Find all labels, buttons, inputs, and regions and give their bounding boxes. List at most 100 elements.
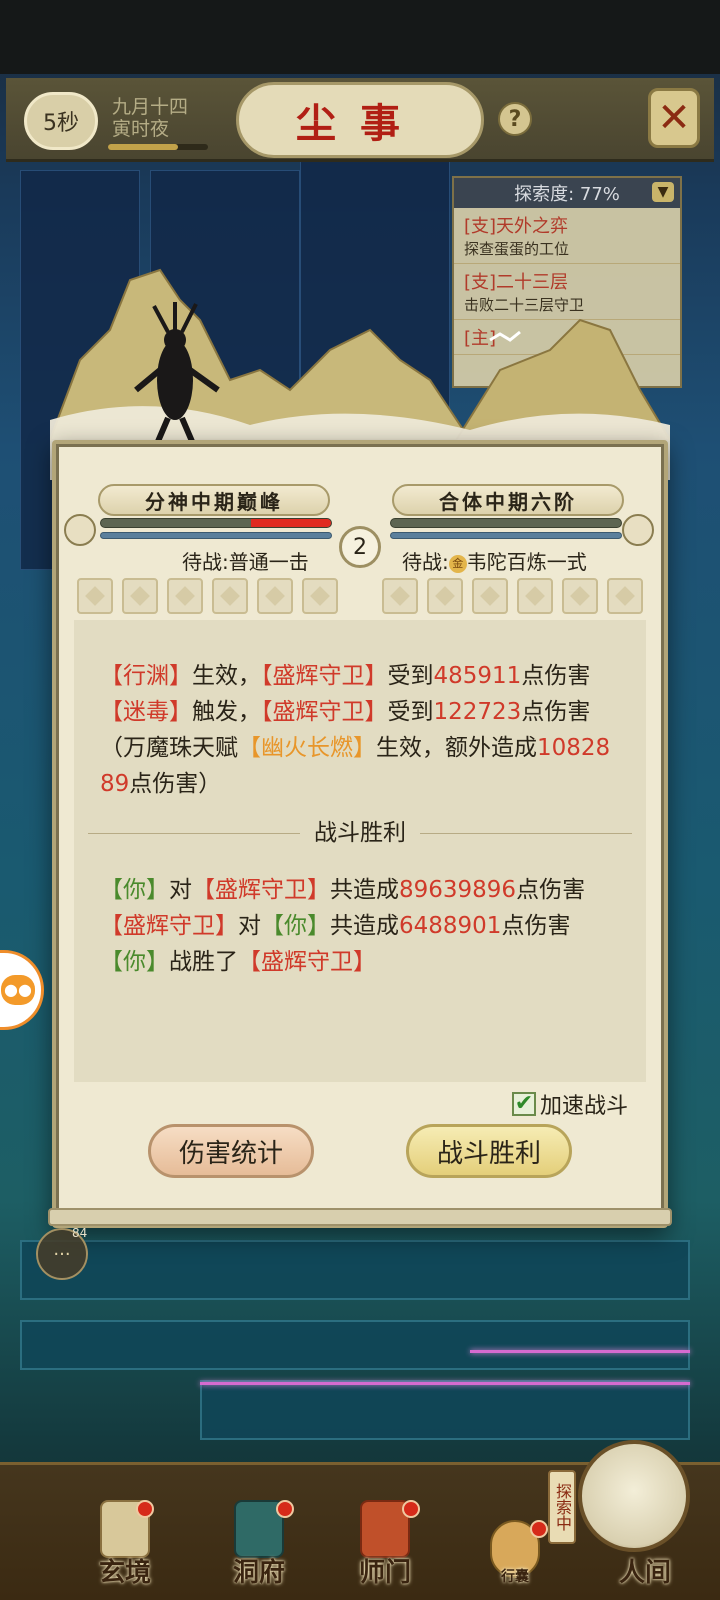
target-name: 【盛辉守卫】 [238, 949, 376, 975]
damage-value: 122723 [433, 699, 522, 725]
player-buff-slot[interactable] [122, 578, 158, 614]
help-button[interactable]: ? [498, 102, 532, 136]
log-text: 点伤害 [516, 877, 586, 903]
chat-icon: ··· [53, 1243, 71, 1265]
road [200, 1380, 690, 1440]
exploring-tag: 探索中 [548, 1470, 576, 1544]
nav-label: 师门 [358, 1558, 411, 1588]
damage-value: 6488901 [399, 913, 502, 939]
victory-button[interactable]: 战斗胜利 [406, 1124, 572, 1178]
log-text: 点伤害 [501, 913, 571, 939]
enemy-mp-bar [390, 532, 622, 539]
log-text: 共造成 [330, 913, 399, 939]
neon-strip [470, 1350, 690, 1353]
log-text: 战胜了 [169, 949, 238, 975]
enemy-hp-bar [390, 518, 622, 528]
skill-name: 【行渊】 [100, 663, 192, 689]
notification-dot [530, 1520, 548, 1538]
damage-stats-button[interactable]: 伤害统计 [148, 1124, 314, 1178]
enemy-buff-slot[interactable] [517, 578, 553, 614]
player-buff-slot[interactable] [257, 578, 293, 614]
road [20, 1240, 690, 1300]
player-name: 【你】 [100, 949, 169, 975]
nav-label: 玄境 [98, 1558, 151, 1588]
enemy-buff-slot[interactable] [382, 578, 418, 614]
nav-label: 洞府 [232, 1558, 285, 1588]
page-title: 尘事 [236, 82, 484, 158]
battle-summary: 【你】对【盛辉守卫】共造成89639896点伤害 【盛辉守卫】对【你】共造成64… [100, 872, 620, 980]
damage-value: 89639896 [399, 877, 517, 903]
enemy-avatar-icon[interactable] [622, 514, 654, 546]
player-realm: 分神中期巅峰 [98, 484, 330, 516]
explore-progress-label: 探索度: 77% [514, 184, 620, 205]
target-name: 【盛辉守卫】 [261, 699, 388, 725]
log-text: 生效，额外造成 [376, 735, 537, 761]
target-name: 【盛辉守卫】 [261, 663, 388, 689]
enemy-standby-prefix: 待战: [402, 550, 449, 574]
player-buff-slot[interactable] [212, 578, 248, 614]
log-text: 受到 [387, 699, 434, 725]
time-progress-fill [108, 144, 178, 150]
log-text: 点伤害 [521, 663, 591, 689]
log-entry: 【行渊】生效，【盛辉守卫】受到485911点伤害 [100, 658, 620, 694]
player-buff-slot[interactable] [77, 578, 113, 614]
battle-log[interactable]: 【行渊】生效，【盛辉守卫】受到485911点伤害 【迷毒】触发，【盛辉守卫】受到… [74, 620, 646, 1082]
task-title: [支]天外之弈 [464, 216, 569, 237]
timer-badge: 5秒 [24, 92, 98, 150]
status-strip [0, 0, 720, 74]
enemy-realm: 合体中期六阶 [392, 484, 624, 516]
log-text: 受到 [387, 663, 434, 689]
player-mp-bar [100, 532, 332, 539]
enemy-buff-slot[interactable] [562, 578, 598, 614]
nav-renjian[interactable]: 人间 [590, 1500, 700, 1596]
target-name: 【盛辉守卫】 [192, 877, 330, 903]
nav-label: 人间 [618, 1558, 671, 1588]
gamepad-icon: ●● [1, 975, 35, 1005]
notification-dot [136, 1500, 154, 1518]
player-buff-slot[interactable] [302, 578, 338, 614]
enemy-buff-slot[interactable] [607, 578, 643, 614]
coin-icon: 金 [448, 555, 467, 573]
nav-xuanjing[interactable]: 玄境 [70, 1500, 180, 1596]
enemy-buff-slot[interactable] [472, 578, 508, 614]
log-text: 触发， [192, 699, 261, 725]
bird [489, 330, 521, 342]
dialog-bottom-bar [48, 1208, 672, 1226]
enemy-standby: 待战: 金韦陀百炼一式 [402, 546, 587, 575]
nav-shimen[interactable]: 师门 [330, 1500, 440, 1596]
neon-strip [200, 1382, 690, 1385]
time-text: 寅时夜 [112, 118, 170, 140]
nav-label: 行囊 [501, 1569, 529, 1585]
time-progress-bar [108, 144, 208, 150]
player-standby: 待战:普通一击 [182, 550, 309, 574]
log-text: 点伤害） [129, 771, 222, 797]
player-hp-fill [250, 519, 331, 527]
log-text: （万魔珠天赋 [100, 735, 238, 761]
player-buff-slot[interactable] [167, 578, 203, 614]
result-divider-label: 战斗胜利 [314, 820, 406, 846]
checkbox-checked-icon[interactable]: ✔ [512, 1092, 536, 1116]
enemy-buff-slot[interactable] [427, 578, 463, 614]
player-hp-bar [100, 518, 332, 528]
log-entry: （万魔珠天赋【幽火长燃】生效，额外造成1082889点伤害） [100, 730, 620, 802]
speedup-label: 加速战斗 [540, 1094, 629, 1119]
player-avatar-icon[interactable] [64, 514, 96, 546]
explore-progress: 探索度: 77% ▼ [454, 178, 680, 208]
player-name: 【你】 [261, 913, 330, 939]
nav-dongfu[interactable]: 洞府 [204, 1500, 314, 1596]
target-name: 【盛辉守卫】 [100, 913, 238, 939]
result-divider: 战斗胜利 [88, 802, 632, 864]
chat-unread-count: 84 [72, 1226, 88, 1240]
skill-name: 【迷毒】 [100, 699, 192, 725]
road [20, 1320, 690, 1370]
log-text: 对 [169, 877, 192, 903]
player-name: 【你】 [100, 877, 169, 903]
speedup-toggle[interactable]: ✔ 加速战斗 [512, 1088, 628, 1120]
round-counter: 2 [339, 526, 381, 568]
log-text: 对 [238, 913, 261, 939]
summary-line: 【盛辉守卫】对【你】共造成6488901点伤害 [100, 908, 620, 944]
close-button[interactable]: ✕ [648, 88, 700, 148]
log-text: 共造成 [330, 877, 399, 903]
notification-dot [276, 1500, 294, 1518]
chevron-down-icon[interactable]: ▼ [652, 182, 674, 202]
